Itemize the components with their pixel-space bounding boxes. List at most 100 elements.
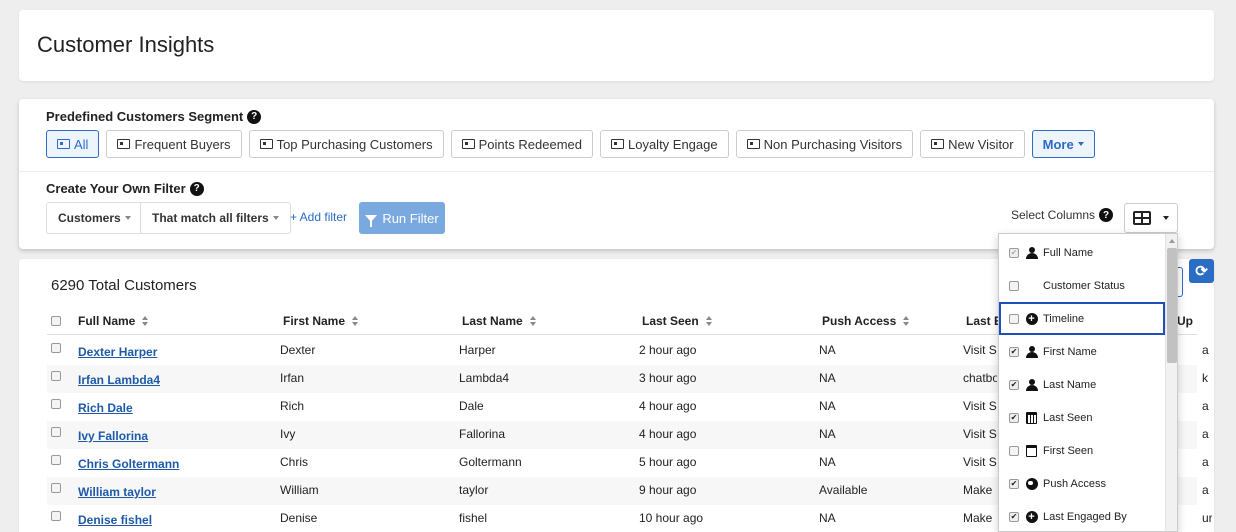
column-option-label: Customer Status <box>1043 279 1125 292</box>
column-option-label: Push Access <box>1043 477 1106 490</box>
column-checkbox[interactable] <box>1009 313 1019 324</box>
column-option[interactable]: Full Name <box>999 236 1165 269</box>
segment-loyalty-engage-button[interactable]: Loyalty Engage <box>599 130 729 158</box>
segment-all-button[interactable]: All <box>46 130 100 158</box>
cell-push: NA <box>819 343 836 357</box>
segment-buttons: All Frequent Buyers Top Purchasing Custo… <box>46 130 1095 158</box>
cell-push: NA <box>819 427 836 441</box>
cell-first: Irfan <box>280 371 305 385</box>
row-checkbox[interactable] <box>51 427 61 437</box>
cell-first: Ivy <box>280 427 296 441</box>
column-option[interactable]: First Seen <box>999 434 1165 467</box>
column-checkbox[interactable] <box>1009 412 1019 423</box>
cell-extra: a <box>1202 427 1209 441</box>
person-icon <box>1025 246 1038 259</box>
cell-seen: 9 hour ago <box>639 483 697 497</box>
caret-down-icon <box>124 216 131 220</box>
row-checkbox[interactable] <box>51 399 61 409</box>
scroll-thumb[interactable] <box>1167 248 1177 363</box>
column-checkbox[interactable] <box>1009 478 1019 489</box>
column-option[interactable]: Last Seen <box>999 401 1165 434</box>
cell-last: Dale <box>459 399 484 413</box>
col-last-seen[interactable]: Last Seen <box>642 314 712 328</box>
id-card-icon <box>610 139 624 149</box>
id-card-icon <box>57 139 70 149</box>
column-selector-menu: Full Name Customer Status + Timeline First N… <box>998 233 1178 532</box>
person-icon <box>1025 378 1038 391</box>
help-icon[interactable]: ? <box>1099 208 1114 222</box>
plus-circle-icon: + <box>1025 510 1038 523</box>
column-option[interactable]: Customer Status <box>999 269 1165 302</box>
add-filter-link[interactable]: + Add filter <box>290 210 347 224</box>
help-icon[interactable]: ? <box>247 109 262 124</box>
funnel-icon <box>365 214 378 227</box>
cell-push: NA <box>819 455 836 469</box>
filter-card: Predefined Customers Segment ? All Frequ… <box>19 99 1214 249</box>
row-checkbox[interactable] <box>51 511 61 521</box>
caret-down-icon <box>1077 142 1084 146</box>
cell-engaged: Visit S <box>963 455 997 469</box>
entity-dropdown[interactable]: Customers <box>46 202 143 234</box>
scroll-up-icon[interactable] <box>1169 239 1175 243</box>
segment-non-purchasing-button[interactable]: Non Purchasing Visitors <box>735 130 914 158</box>
select-all-checkbox[interactable] <box>51 316 61 326</box>
row-checkbox[interactable] <box>51 455 61 465</box>
customer-name-link[interactable]: Irfan Lambda4 <box>78 373 160 387</box>
help-icon[interactable]: ? <box>189 181 204 196</box>
col-first-name[interactable]: First Name <box>283 314 359 328</box>
column-option[interactable]: + Last Engaged By <box>999 500 1165 531</box>
cell-first: William <box>280 483 319 497</box>
cell-first: Chris <box>280 455 309 469</box>
customer-name-link[interactable]: Denise fishel <box>78 513 152 527</box>
column-option[interactable]: + Timeline <box>999 302 1165 335</box>
column-option[interactable]: Last Name <box>999 368 1165 401</box>
col-push-access[interactable]: Push Access <box>822 314 910 328</box>
cell-seen: 2 hour ago <box>639 343 697 357</box>
filter-label-text: Create Your Own Filter <box>46 181 186 196</box>
menu-scrollbar[interactable] <box>1165 234 1177 531</box>
row-checkbox[interactable] <box>51 371 61 381</box>
customer-name-link[interactable]: Dexter Harper <box>78 345 157 359</box>
globe-icon <box>1025 477 1038 490</box>
customer-name-link[interactable]: Ivy Fallorina <box>78 429 148 443</box>
more-segments-button[interactable]: More <box>1031 130 1095 158</box>
cell-seen: 5 hour ago <box>639 455 697 469</box>
customer-name-link[interactable]: William taylor <box>78 485 156 499</box>
cell-last: Fallorina <box>459 427 506 441</box>
column-option[interactable]: First Name <box>999 335 1165 368</box>
row-checkbox[interactable] <box>51 343 61 353</box>
customer-name-link[interactable]: Rich Dale <box>78 401 133 415</box>
segments-label: Predefined Customers Segment ? <box>46 109 262 124</box>
cell-extra: a <box>1202 343 1209 357</box>
column-checkbox[interactable] <box>1009 247 1019 258</box>
column-selector-button[interactable] <box>1124 203 1178 233</box>
run-filter-button[interactable]: Run Filter <box>359 202 445 234</box>
cell-extra: k a <box>1202 371 1212 385</box>
customer-name-link[interactable]: Chris Goltermann <box>78 457 179 471</box>
column-checkbox[interactable] <box>1009 280 1019 291</box>
id-card-icon <box>461 139 475 149</box>
column-checkbox[interactable] <box>1009 379 1019 390</box>
col-last-engaged[interactable]: Last E <box>966 314 1002 328</box>
cell-last: Lambda4 <box>459 371 510 385</box>
total-customers: 6290 Total Customers <box>51 277 197 294</box>
segment-frequent-buyers-button[interactable]: Frequent Buyers <box>106 130 242 158</box>
column-option-label: First Name <box>1043 345 1097 358</box>
match-dropdown[interactable]: That match all filters <box>140 202 291 234</box>
col-extra[interactable]: Up <box>1177 314 1193 328</box>
cell-last: Goltermann <box>459 455 522 469</box>
refresh-icon[interactable]: ⟳ <box>1189 259 1214 283</box>
column-option-label: First Seen <box>1043 444 1094 457</box>
cell-engaged: Visit S <box>963 343 997 357</box>
segment-new-visitor-button[interactable]: New Visitor <box>920 130 1025 158</box>
col-last-name[interactable]: Last Name <box>462 314 536 328</box>
segment-top-purchasing-button[interactable]: Top Purchasing Customers <box>248 130 444 158</box>
segment-points-redeemed-button[interactable]: Points Redeemed <box>450 130 593 158</box>
cell-seen: 3 hour ago <box>639 371 697 385</box>
column-checkbox[interactable] <box>1009 445 1019 456</box>
column-option[interactable]: Push Access <box>999 467 1165 500</box>
row-checkbox[interactable] <box>51 483 61 493</box>
column-checkbox[interactable] <box>1009 511 1019 522</box>
col-full-name[interactable]: Full Name <box>78 314 149 328</box>
column-checkbox[interactable] <box>1009 346 1019 357</box>
